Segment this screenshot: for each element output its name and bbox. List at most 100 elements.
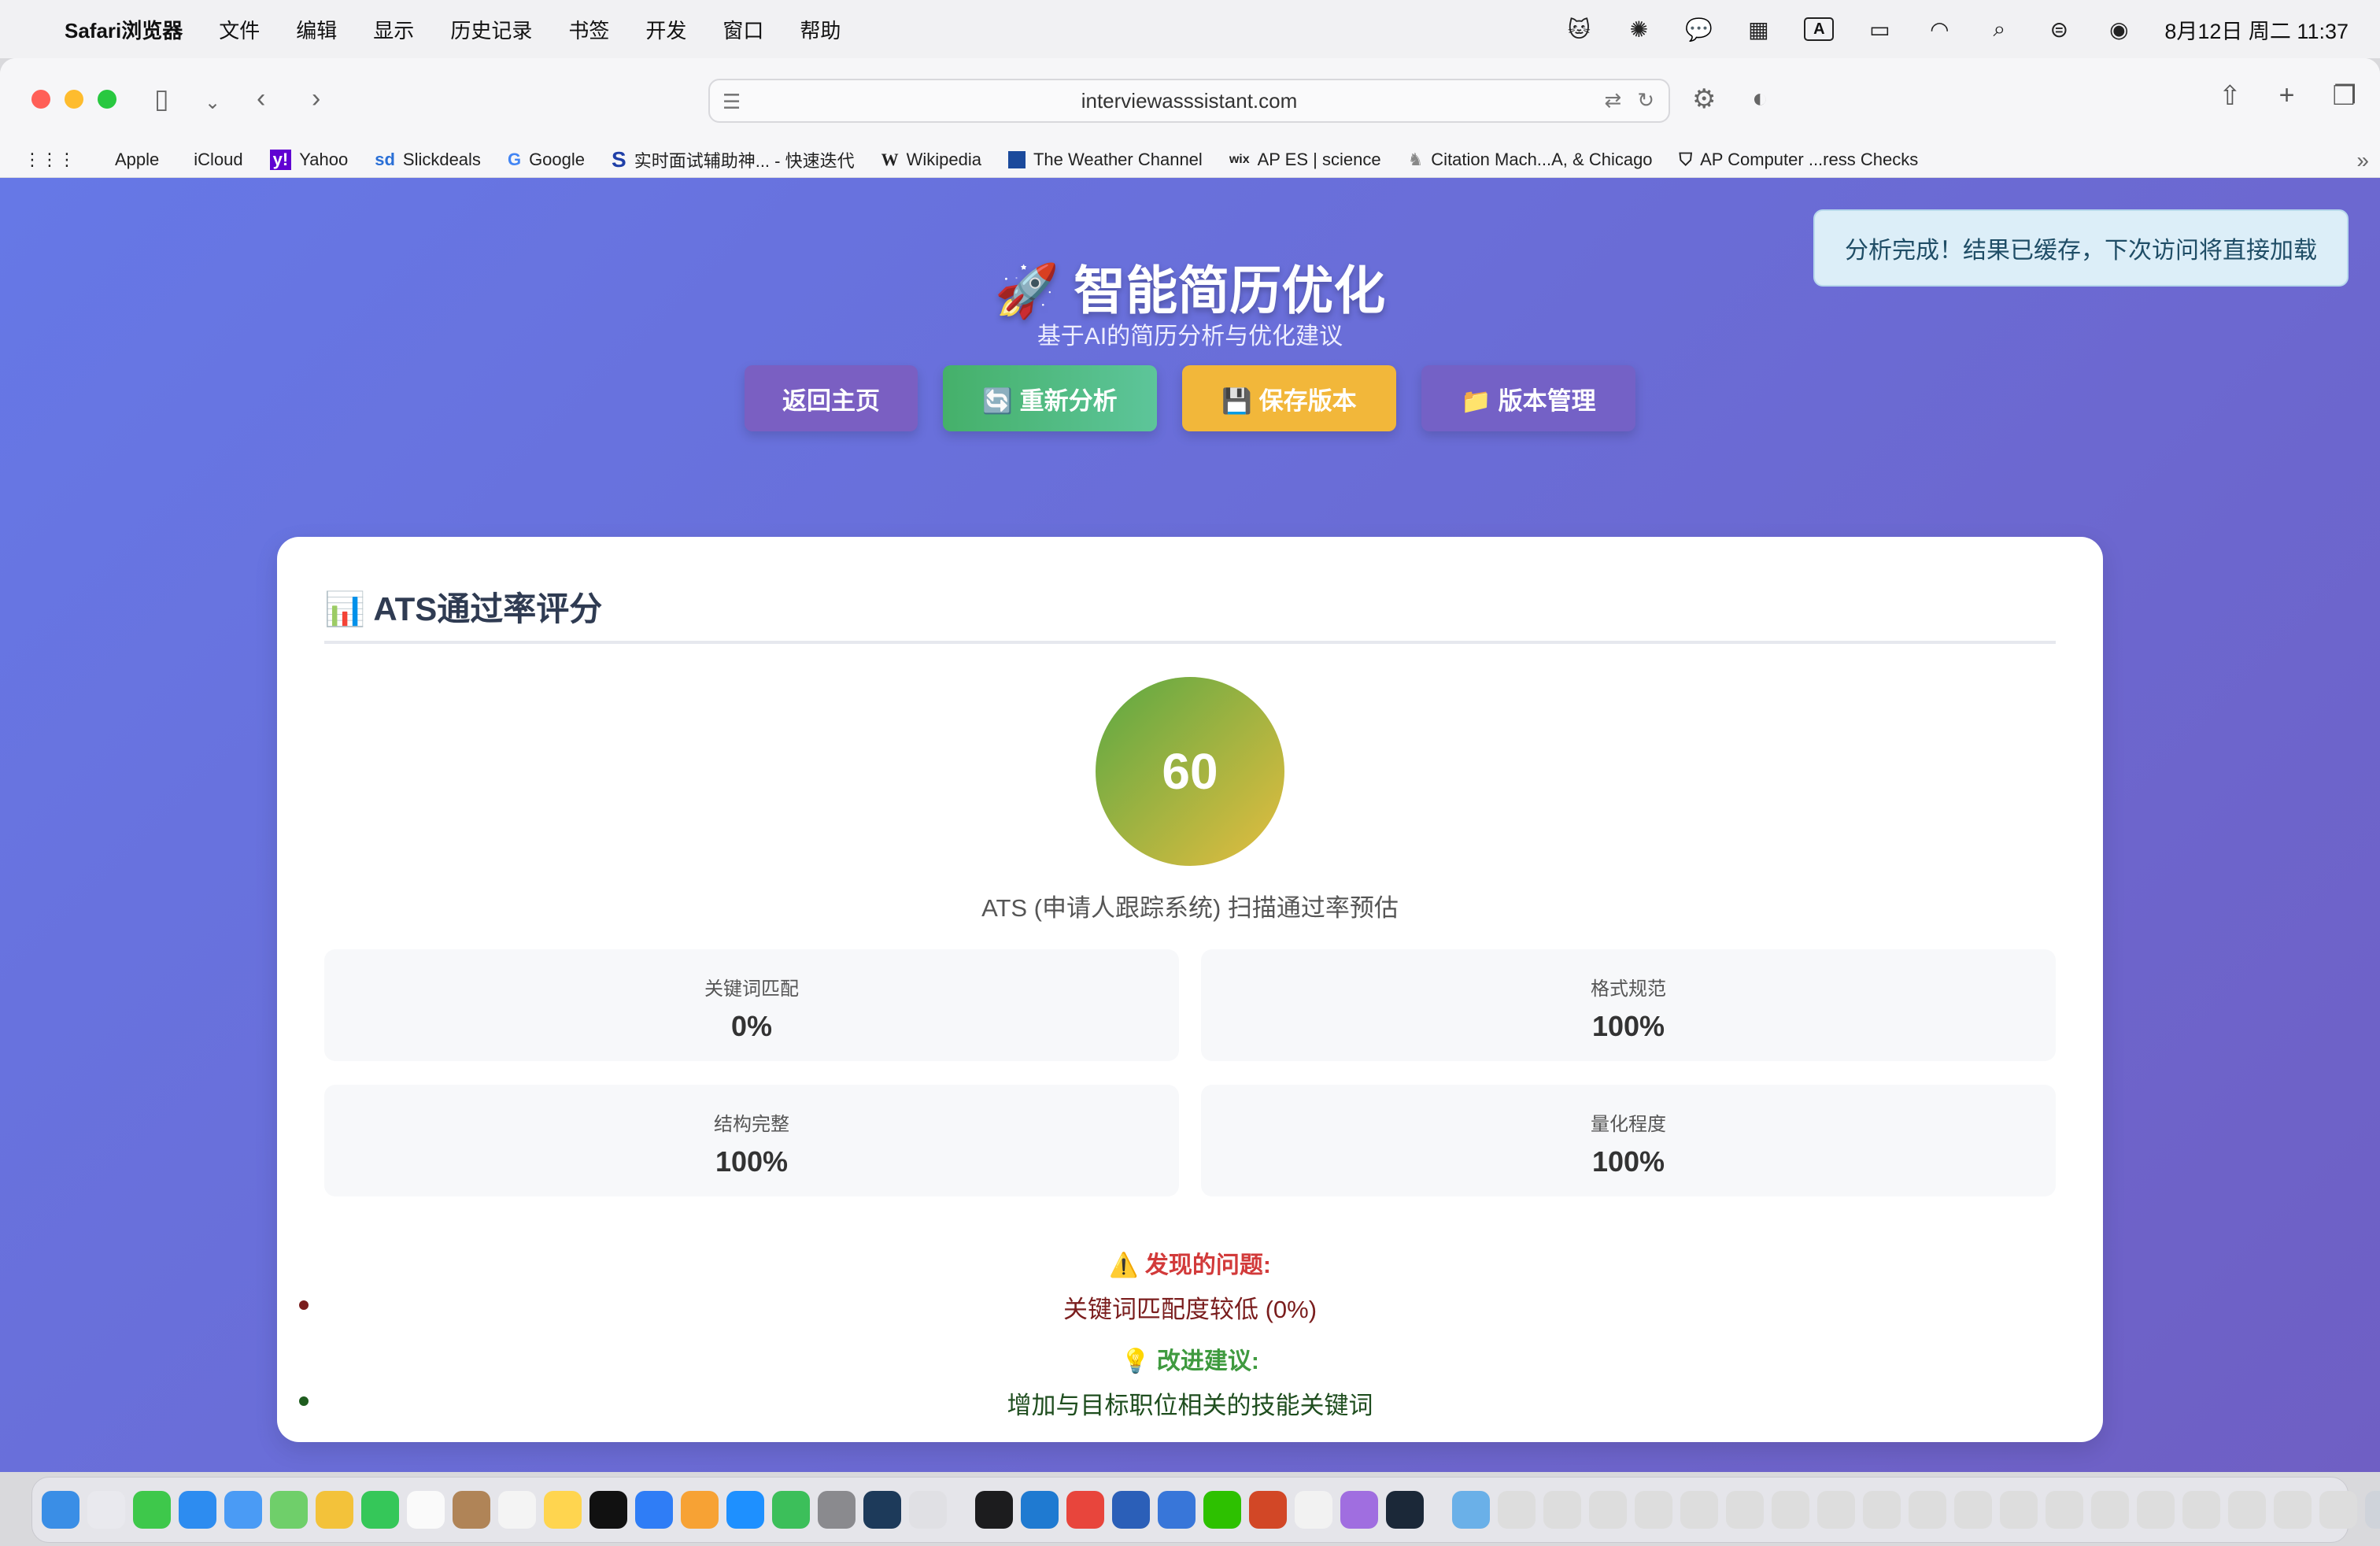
cat-app-icon[interactable]: 🐱 xyxy=(1565,17,1593,42)
chatgpt-icon[interactable] xyxy=(1295,1491,1332,1529)
system-settings-icon[interactable] xyxy=(818,1491,856,1529)
save-version-button[interactable]: 💾 保存版本 xyxy=(1182,365,1396,431)
downloads-folder-icon[interactable] xyxy=(1452,1491,1490,1529)
vscode-icon[interactable] xyxy=(1021,1491,1059,1529)
menu-view[interactable]: 显示 xyxy=(373,15,414,44)
menu-bookmarks[interactable]: 书签 xyxy=(568,15,609,44)
powerpoint-icon[interactable] xyxy=(1249,1491,1287,1529)
maps-icon[interactable] xyxy=(270,1491,308,1529)
document-thumbnail-icon[interactable] xyxy=(1589,1491,1627,1529)
xcode-icon[interactable] xyxy=(1158,1491,1196,1529)
bookmarks-grid-icon[interactable]: ⋮⋮⋮ xyxy=(24,150,76,170)
battery-icon[interactable]: ▭ xyxy=(1865,17,1894,42)
menu-safari[interactable]: Safari浏览器 xyxy=(65,15,183,44)
wechat-dock-icon[interactable] xyxy=(1203,1491,1241,1529)
document-thumbnail-icon[interactable] xyxy=(2137,1491,2175,1529)
photos-icon[interactable] xyxy=(316,1491,353,1529)
document-thumbnail-icon[interactable] xyxy=(1635,1491,1672,1529)
messages-icon[interactable] xyxy=(133,1491,171,1529)
siri-icon[interactable]: ◉ xyxy=(2105,17,2133,42)
control-center-icon[interactable]: ⊜ xyxy=(2045,17,2073,42)
terminal-icon[interactable] xyxy=(975,1491,1013,1529)
bookmark-weather-channel[interactable]: The Weather Channel xyxy=(1007,150,1203,170)
menu-window[interactable]: 窗口 xyxy=(722,15,763,44)
cat-dock-icon[interactable] xyxy=(1340,1491,1378,1529)
bookmark-citation-machine[interactable]: ♞ Citation Mach...A, & Chicago xyxy=(1408,150,1653,170)
bookmark-icloud[interactable]: iCloud xyxy=(186,150,242,170)
app-store-icon[interactable] xyxy=(726,1491,764,1529)
wifi-icon[interactable]: ◠ xyxy=(1925,17,1953,42)
bookmark-ap-es[interactable]: wix AP ES | science xyxy=(1229,150,1381,170)
bookmark-yahoo[interactable]: y! Yahoo xyxy=(269,149,348,170)
word-icon[interactable] xyxy=(1112,1491,1150,1529)
safari-icon[interactable] xyxy=(179,1491,216,1529)
launchpad-icon[interactable] xyxy=(87,1491,125,1529)
wechat-icon[interactable]: 💬 xyxy=(1684,17,1713,42)
reminders-icon[interactable] xyxy=(498,1491,536,1529)
bookmark-google[interactable]: G Google xyxy=(508,150,585,170)
back-icon[interactable]: ‹ xyxy=(257,83,265,114)
document-thumbnail-icon[interactable] xyxy=(2000,1491,2038,1529)
input-method-indicator[interactable]: A xyxy=(1804,17,1835,41)
document-thumbnail-icon[interactable] xyxy=(1726,1491,1764,1529)
back-home-button[interactable]: 返回主页 xyxy=(745,365,918,431)
minimize-window-button[interactable] xyxy=(65,90,83,109)
document-thumbnail-icon[interactable] xyxy=(1543,1491,1581,1529)
menu-develop[interactable]: 开发 xyxy=(645,15,686,44)
bookmark-interview-assistant[interactable]: S 实时面试辅助神... - 快速迭代 xyxy=(612,147,855,172)
notes-icon[interactable] xyxy=(544,1491,582,1529)
bookmarks-overflow-icon[interactable]: » xyxy=(2356,148,2369,173)
activity-icon[interactable] xyxy=(863,1491,901,1529)
document-thumbnail-icon[interactable] xyxy=(1498,1491,1536,1529)
document-thumbnail-icon[interactable] xyxy=(1680,1491,1718,1529)
privacy-shield-icon[interactable]: ◐ xyxy=(1752,83,1768,114)
facetime-icon[interactable] xyxy=(361,1491,399,1529)
document-thumbnail-icon[interactable] xyxy=(2182,1491,2220,1529)
menubar-clock[interactable]: 8月12日 周二 11:37 xyxy=(2164,14,2349,45)
iphone-mirroring-icon[interactable] xyxy=(909,1491,947,1529)
new-tab-icon[interactable]: + xyxy=(2279,80,2295,112)
zoom-window-button[interactable] xyxy=(98,90,116,109)
calendar-icon[interactable] xyxy=(407,1491,445,1529)
steam-icon[interactable] xyxy=(1386,1491,1424,1529)
reload-icon[interactable]: ↻ xyxy=(1637,88,1654,113)
chevron-down-icon[interactable]: ⌄ xyxy=(205,91,220,114)
bookmark-wikipedia[interactable]: W Wikipedia xyxy=(881,150,981,170)
document-thumbnail-icon[interactable] xyxy=(2319,1491,2357,1529)
document-thumbnail-icon[interactable] xyxy=(1954,1491,1992,1529)
openai-icon[interactable]: ✺ xyxy=(1624,17,1653,42)
close-window-button[interactable] xyxy=(31,90,50,109)
document-thumbnail-icon[interactable] xyxy=(1863,1491,1901,1529)
version-management-button[interactable]: 📁 版本管理 xyxy=(1421,365,1635,431)
menu-help[interactable]: 帮助 xyxy=(800,15,841,44)
sidebar-toggle-icon[interactable]: ▯ xyxy=(154,83,169,115)
reanalyze-button[interactable]: 🔄 重新分析 xyxy=(943,365,1157,431)
document-thumbnail-icon[interactable] xyxy=(2091,1491,2129,1529)
gear-icon[interactable]: ⚙ xyxy=(1692,83,1716,115)
document-thumbnail-icon[interactable] xyxy=(1909,1491,1946,1529)
apple-tv-icon[interactable] xyxy=(589,1491,627,1529)
document-thumbnail-icon[interactable] xyxy=(1817,1491,1855,1529)
address-bar[interactable]: ☰ interviewasssistant.com ⇄ ↻ xyxy=(708,79,1670,123)
tab-overview-icon[interactable]: ❐ xyxy=(2333,80,2356,112)
menu-history[interactable]: 历史记录 xyxy=(450,15,532,44)
forward-icon[interactable]: › xyxy=(312,83,320,114)
document-thumbnail-icon[interactable] xyxy=(2046,1491,2083,1529)
spotlight-search-icon[interactable]: ⌕ xyxy=(1985,17,2013,41)
menu-file[interactable]: 文件 xyxy=(219,15,260,44)
page-menu-icon[interactable]: ☰ xyxy=(722,90,741,114)
document-thumbnail-icon[interactable] xyxy=(2274,1491,2312,1529)
menu-edit[interactable]: 编辑 xyxy=(296,15,337,44)
bookmark-slickdeals[interactable]: sd Slickdeals xyxy=(375,150,481,170)
chrome-icon[interactable] xyxy=(1066,1491,1104,1529)
share-icon[interactable]: ⇧ xyxy=(2219,80,2241,112)
bookmark-apple[interactable]: Apple xyxy=(107,150,159,170)
pages-icon[interactable] xyxy=(681,1491,719,1529)
memory-icon[interactable]: ▦ xyxy=(1744,17,1772,42)
document-thumbnail-icon[interactable] xyxy=(1772,1491,1809,1529)
keynote-icon[interactable] xyxy=(635,1491,673,1529)
mail-icon[interactable] xyxy=(224,1491,262,1529)
bookmark-ap-computer[interactable]: ⛉ AP Computer ...ress Checks xyxy=(1680,150,1919,170)
trash-icon[interactable] xyxy=(2365,1491,2380,1529)
contacts-icon[interactable] xyxy=(453,1491,490,1529)
